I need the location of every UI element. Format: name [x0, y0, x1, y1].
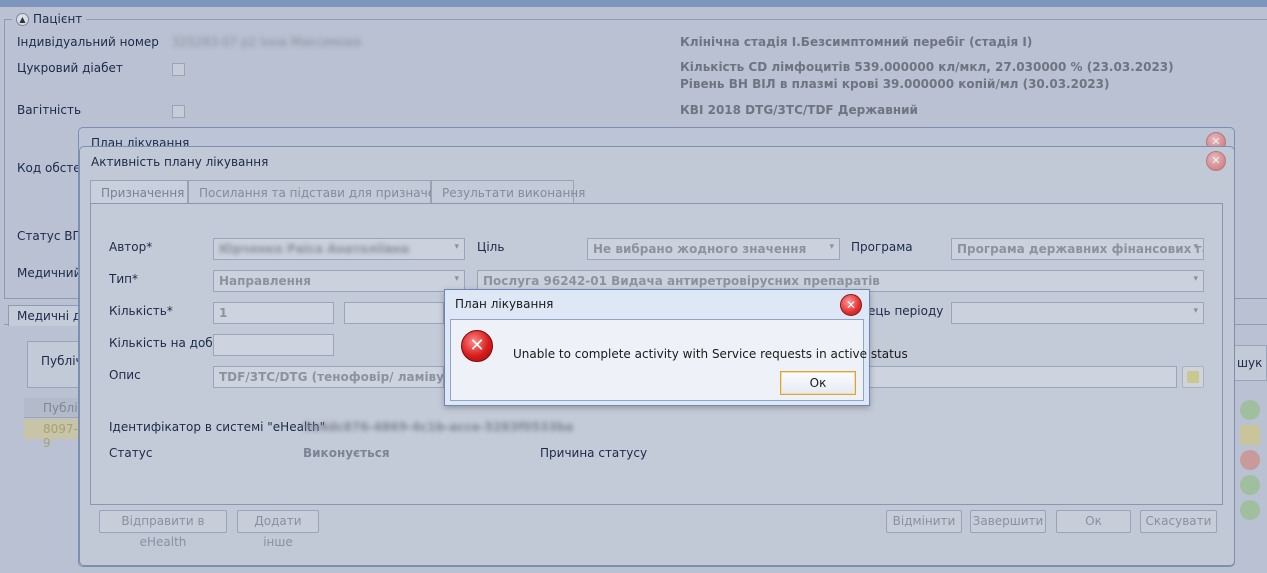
error-message-box: План лікування ✕ ✕ Unable to complete ac… [444, 289, 908, 406]
description-label: Опис [109, 368, 141, 382]
error-message-text: Unable to complete activity with Service… [513, 347, 908, 361]
individual-number-label: Індивідуальний номер [17, 35, 159, 49]
individual-number-value: 325283-07 р2 Інна Максимова [172, 35, 361, 49]
add-other-button[interactable]: Додати інше [237, 510, 319, 549]
pregnancy-label: Вагітність [17, 103, 82, 117]
cd-count-info: Кількість CD лімфоцитів 539.000000 кл/мк… [680, 60, 1174, 74]
grid-header-public: Публі [24, 398, 84, 418]
refresh-icon[interactable] [1240, 475, 1260, 495]
tab-assignment[interactable]: Призначення [90, 180, 188, 205]
ehealth-id-value: 9a4dc876-4869-4c1b-acce-5283f0533ba [303, 420, 574, 434]
quantity-unit-input[interactable] [344, 302, 444, 324]
cancel-activity-button[interactable]: Відмінити [886, 510, 962, 533]
ehealth-id-label: Ідентифікатор в системі "eHealth" [109, 420, 326, 434]
author-select[interactable]: Юрченко Раїса Анатоліївна [213, 238, 465, 260]
diabetes-checkbox[interactable] [172, 63, 185, 76]
add-icon[interactable] [1240, 400, 1260, 420]
type-label: Тип* [109, 272, 138, 286]
author-value: Юрченко Раїса Анатоліївна [219, 242, 410, 256]
type-select[interactable]: Направлення [213, 270, 465, 292]
clinical-stage-info: Клінічна стадія I.Безсимптомний перебіг … [680, 35, 1033, 49]
program-label: Програма [851, 240, 913, 254]
period-end-select[interactable] [951, 302, 1204, 324]
message-ok-button[interactable]: Ок [780, 371, 856, 395]
pregnancy-checkbox[interactable] [172, 105, 185, 118]
status-value: Виконується [303, 446, 390, 460]
send-ehealth-button[interactable]: Відправити в eHealth [99, 510, 227, 549]
grid-row[interactable]: 8097-9 [24, 419, 84, 450]
goal-select[interactable]: Не вибрано жодного значення [587, 238, 840, 260]
author-label: Автор* [109, 240, 153, 254]
collapse-icon[interactable]: ▲ [16, 12, 29, 26]
close-button[interactable]: Скасувати [1140, 510, 1217, 533]
error-icon: ✕ [461, 330, 493, 362]
close-icon[interactable]: ✕ [1206, 151, 1226, 171]
status-reason-label: Причина статусу [540, 446, 648, 460]
regimen-info: КВІ 2018 DTG/3TC/TDF Державний [680, 103, 918, 117]
ok-button[interactable]: Ок [1056, 510, 1131, 533]
period-end-label: ець періоду [868, 304, 944, 318]
plan-activity-dialog-title: Активність плану лікування [91, 155, 269, 169]
delete-icon[interactable] [1240, 450, 1260, 470]
quantity-input[interactable]: 1 [213, 302, 334, 324]
tab-references[interactable]: Посилання та підстави для призначення [188, 180, 458, 204]
quantity-label: Кількість* [109, 304, 173, 318]
viral-load-info: Рівень ВН ВІЛ в плазмі крові 39.000000 к… [680, 77, 1110, 91]
status-label: Статус [109, 446, 153, 460]
pencil-icon [1187, 371, 1199, 383]
medical-label: Медичний [17, 266, 82, 280]
goal-label: Ціль [477, 240, 505, 254]
diabetes-label: Цукровий діабет [17, 61, 123, 75]
message-box-body: ✕ Unable to complete activity with Servi… [450, 319, 908, 401]
complete-button[interactable]: Завершити [970, 510, 1046, 533]
description-input-tail[interactable] [868, 366, 1177, 388]
tab-medical-documents[interactable]: Медичні до [8, 305, 80, 326]
per-day-label: Кількість на добу [109, 336, 220, 350]
description-input[interactable]: TDF/3TC/DTG (тенофовір/ ламівудин/д [213, 366, 444, 388]
hiv-status-label: Статус ВГ [17, 229, 80, 243]
program-select[interactable]: Програма державних фінансових гарант [951, 238, 1204, 260]
patient-group-header[interactable]: ▲ Пацієнт [12, 12, 87, 26]
edit-description-icon[interactable] [1182, 366, 1204, 388]
close-icon[interactable]: ✕ [840, 294, 862, 316]
per-day-input[interactable] [213, 334, 334, 356]
tab-results[interactable]: Результати виконання [431, 180, 585, 204]
edit-icon[interactable] [1240, 425, 1260, 445]
message-box-title: План лікування [455, 297, 554, 311]
confirm-icon[interactable] [1240, 500, 1260, 520]
window-top-bar [0, 0, 1267, 7]
patient-group-title: Пацієнт [33, 12, 83, 26]
